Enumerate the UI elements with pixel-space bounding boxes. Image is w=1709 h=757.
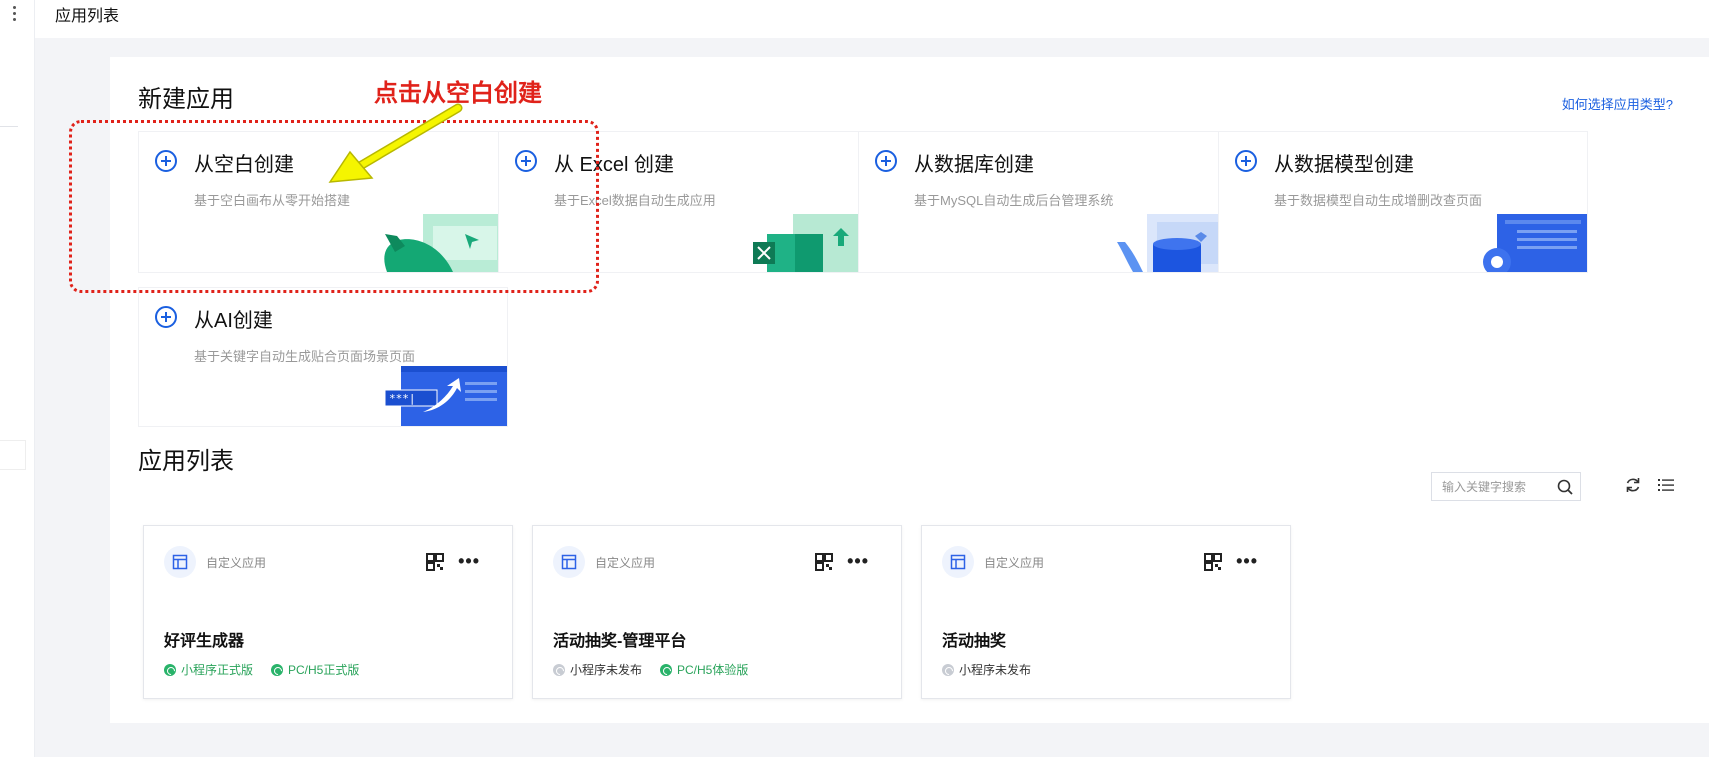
app-type-label: 自定义应用 bbox=[595, 556, 656, 570]
app-card[interactable]: 自定义应用 ••• 活动抽奖-管理平台 小程序未发布 PC/H5体验版 bbox=[532, 525, 902, 699]
card-desc: 基于数据模型自动生成增删改查页面 bbox=[1274, 193, 1483, 208]
create-from-excel-card[interactable]: 从 Excel 创建 基于Excel数据自动生成应用 bbox=[498, 131, 868, 273]
blank-canvas-illustration bbox=[384, 214, 507, 272]
top-header: 应用列表 bbox=[35, 0, 1709, 38]
app-list-title: 应用列表 bbox=[138, 448, 234, 475]
status-badge: 小程序正式版 bbox=[164, 661, 253, 678]
app-card[interactable]: 自定义应用 ••• 活动抽奖 小程序未发布 bbox=[921, 525, 1291, 699]
card-desc: 基于关键字自动生成贴合页面场景页面 bbox=[194, 349, 416, 364]
more-options-icon[interactable]: ••• bbox=[458, 552, 480, 570]
status-badge: 小程序未发布 bbox=[942, 661, 1031, 678]
app-name: 活动抽奖-管理平台 bbox=[553, 633, 687, 650]
create-from-data-model-card[interactable]: 从数据模型创建 基于数据模型自动生成增删改查页面 bbox=[1218, 131, 1588, 273]
plus-circle-icon bbox=[875, 150, 897, 172]
app-name: 好评生成器 bbox=[164, 633, 245, 650]
card-title: 从 Excel 创建 bbox=[554, 154, 675, 176]
refresh-icon[interactable] bbox=[1624, 476, 1642, 494]
app-card[interactable]: 自定义应用 ••• 好评生成器 小程序正式版 PC/H5正式版 bbox=[143, 525, 513, 699]
create-from-database-card[interactable]: 从数据库创建 基于MySQL自动生成后台管理系统 bbox=[858, 131, 1228, 273]
link-icon bbox=[942, 663, 954, 676]
search-icon[interactable] bbox=[1556, 478, 1574, 496]
status-badge: PC/H5体验版 bbox=[660, 661, 748, 678]
status-badge: PC/H5正式版 bbox=[271, 661, 359, 678]
database-illustration bbox=[1117, 214, 1227, 272]
card-title: 从数据模型创建 bbox=[1274, 154, 1414, 176]
new-app-title: 新建应用 bbox=[138, 86, 234, 113]
create-from-ai-card[interactable]: 从AI创建 基于关键字自动生成贴合页面场景页面 ***| bbox=[138, 287, 508, 427]
plus-circle-icon bbox=[155, 306, 177, 328]
app-type-icon bbox=[942, 546, 974, 578]
more-options-icon[interactable]: ••• bbox=[1236, 552, 1258, 570]
create-from-blank-card[interactable]: 从空白创建 基于空白画布从零开始搭建 bbox=[138, 131, 508, 273]
card-desc: 基于MySQL自动生成后台管理系统 bbox=[914, 193, 1114, 208]
more-options-icon[interactable]: ••• bbox=[847, 552, 869, 570]
link-icon bbox=[660, 663, 673, 676]
sidebar-divider bbox=[0, 126, 18, 127]
link-icon bbox=[271, 663, 284, 676]
app-type-icon bbox=[164, 546, 196, 578]
page-title: 应用列表 bbox=[55, 8, 120, 25]
app-type-help-link[interactable]: 如何选择应用类型? bbox=[1562, 94, 1673, 113]
plus-circle-icon bbox=[515, 150, 537, 172]
app-type-label: 自定义应用 bbox=[206, 556, 267, 570]
link-icon bbox=[164, 663, 176, 676]
link-icon bbox=[553, 663, 565, 676]
card-title: 从数据库创建 bbox=[914, 154, 1034, 176]
status-badge: 小程序未发布 bbox=[553, 661, 642, 678]
annotation-label: 点击从空白创建 bbox=[374, 80, 542, 107]
search-input[interactable] bbox=[1442, 478, 1552, 496]
plus-circle-icon bbox=[1235, 150, 1257, 172]
ai-illustration: ***| bbox=[384, 366, 507, 426]
excel-illustration bbox=[753, 214, 867, 272]
sidebar-collapsed-item[interactable] bbox=[0, 440, 26, 470]
app-type-label: 自定义应用 bbox=[984, 556, 1045, 570]
search-box bbox=[1431, 472, 1581, 501]
left-sidebar bbox=[0, 0, 35, 757]
qr-code-icon[interactable] bbox=[815, 553, 833, 571]
plus-circle-icon bbox=[155, 150, 177, 172]
card-title: 从AI创建 bbox=[194, 310, 273, 332]
data-model-illustration bbox=[1483, 214, 1587, 272]
qr-code-icon[interactable] bbox=[426, 553, 444, 571]
app-name: 活动抽奖 bbox=[942, 633, 1007, 650]
svg-text:***|: ***| bbox=[389, 392, 416, 405]
kebab-menu-icon[interactable] bbox=[9, 4, 19, 24]
qr-code-icon[interactable] bbox=[1204, 553, 1222, 571]
app-type-icon bbox=[553, 546, 585, 578]
card-title: 从空白创建 bbox=[194, 154, 294, 176]
list-view-icon[interactable] bbox=[1657, 476, 1675, 494]
card-desc: 基于空白画布从零开始搭建 bbox=[194, 193, 351, 208]
card-desc: 基于Excel数据自动生成应用 bbox=[554, 193, 716, 208]
